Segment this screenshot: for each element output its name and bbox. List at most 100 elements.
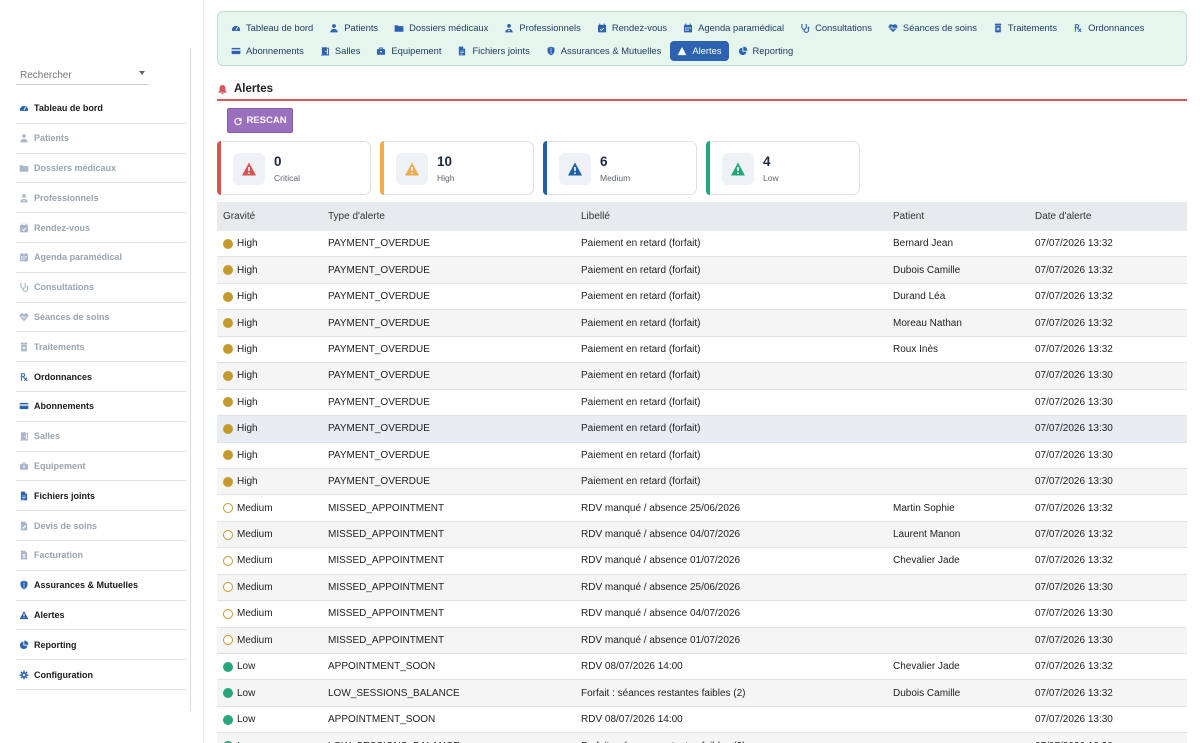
sidebar-icon-wrap	[19, 401, 29, 411]
sidebar-item-facturation[interactable]: Facturation	[16, 541, 186, 571]
table-row[interactable]: LowLOW_SESSIONS_BALANCEForfait : séances…	[217, 733, 1187, 743]
table-row[interactable]: High PAYMENT_OVERDUE Paiement en retard (f…	[217, 257, 1187, 284]
alert-type-cell: PAYMENT_OVERDUE	[328, 317, 430, 329]
column-header-patient[interactable]: Patient	[887, 211, 1029, 222]
sidebar-item-label: Devis de soins	[34, 520, 98, 531]
sidebar-item-configuration[interactable]: Configuration	[16, 660, 186, 690]
sidebar-item-equipement[interactable]: Equipement	[16, 452, 186, 482]
severity-label: High	[237, 476, 258, 488]
table-row[interactable]: Medium MISSED_APPOINTMENT RDV manqué / abs…	[217, 627, 1187, 654]
sidebar-item-abonnements[interactable]: Abonnements	[16, 392, 186, 422]
sidebar-item-agenda-paramedical[interactable]: Agenda paramédical	[16, 243, 186, 273]
table-row[interactable]: High PAYMENT_OVERDUE Paiement en retard (f…	[217, 337, 1187, 364]
patient-cell: Moreau Nathan	[893, 317, 962, 329]
nav-tab-label: Rendez-vous	[611, 22, 668, 33]
card-label: Critical	[274, 173, 300, 183]
search-select[interactable]: Rechercher	[16, 66, 149, 85]
warning-icon	[19, 610, 29, 619]
alert-label-cell: RDV manqué / absence 01/07/2026	[581, 634, 740, 646]
severity-dot-icon	[223, 476, 233, 487]
calendar-icon	[684, 23, 693, 32]
nav-tab-patients[interactable]: Patients	[322, 18, 385, 38]
nav-tab-consultations[interactable]: Consultations	[793, 18, 879, 38]
table-row[interactable]: High PAYMENT_OVERDUE Paiement en retard (f…	[217, 363, 1187, 390]
shield-icon	[20, 580, 28, 590]
column-header-type-d-alerte[interactable]: Type d'alerte	[322, 211, 575, 222]
patient-cell: Chevalier Jade	[893, 661, 960, 673]
table-row[interactable]: High PAYMENT_OVERDUE Paiement en retard (f…	[217, 443, 1187, 469]
severity-dot-icon	[223, 265, 233, 276]
severity-label: Medium	[237, 555, 273, 567]
card-count: 6	[600, 154, 608, 169]
sidebar-icon-wrap	[19, 163, 29, 173]
sidebar-item-tableau-de-bord[interactable]: Tableau de bord	[16, 94, 186, 124]
sidebar-item-salles[interactable]: Salles	[16, 422, 186, 452]
table-row[interactable]: High PAYMENT_OVERDUE Paiement en retard (f…	[217, 310, 1187, 337]
card-icon-box	[233, 153, 265, 185]
table-row[interactable]: High PAYMENT_OVERDUE Paiement en retard (f…	[217, 416, 1187, 443]
table-row[interactable]: LowLOW_SESSIONS_BALANCEForfait : séances…	[217, 680, 1187, 707]
alert-date-cell: 07/07/2026 13:30	[1035, 714, 1113, 726]
summary-card-critical[interactable]: 0 Critical	[217, 141, 371, 195]
door-icon	[19, 432, 29, 441]
nav-tab-equipement[interactable]: Equipement	[369, 41, 448, 61]
nav-tab-professionnels[interactable]: Professionnels	[497, 18, 588, 38]
table-row[interactable]: Medium MISSED_APPOINTMENT RDV manqué / abs…	[217, 495, 1187, 522]
nav-tab-abonnements[interactable]: Abonnements	[224, 41, 311, 61]
sidebar-item-professionnels[interactable]: Professionnels	[16, 183, 186, 214]
sidebar-item-patients[interactable]: Patients	[16, 124, 186, 154]
card-label: High	[437, 173, 455, 183]
sidebar-item-dossiers-medicaux[interactable]: Dossiers médicaux	[16, 154, 186, 184]
sidebar-item-alertes[interactable]: Alertes	[16, 601, 186, 631]
shield-icon	[547, 46, 555, 55]
nav-tab-assurances-mutuelles[interactable]: Assurances & Mutuelles	[539, 41, 669, 61]
sidebar-icon-wrap	[19, 580, 29, 590]
sidebar-item-ordonnances[interactable]: Ordonnances	[16, 362, 186, 392]
nav-tab-tableau-de-bord[interactable]: Tableau de bord	[224, 18, 320, 38]
table-row[interactable]: Medium MISSED_APPOINTMENT RDV manqué / abs…	[217, 548, 1187, 575]
nav-tab-seances-de-soins[interactable]: Séances de soins	[881, 18, 984, 38]
sidebar-item-consultations[interactable]: Consultations	[16, 273, 186, 303]
table-row[interactable]: Medium MISSED_APPOINTMENT RDV manqué / abs…	[217, 574, 1187, 602]
sidebar-item-reporting[interactable]: Reporting	[16, 630, 186, 661]
column-header-libelle[interactable]: Libellé	[575, 211, 887, 222]
table-row[interactable]: High PAYMENT_OVERDUE Paiement en retard (f…	[217, 390, 1187, 417]
severity-label: Low	[237, 661, 256, 673]
table-row[interactable]: Medium MISSED_APPOINTMENT RDV manqué / abs…	[217, 601, 1187, 628]
column-header-gravite[interactable]: Gravité	[217, 211, 322, 222]
sidebar-icon-wrap	[19, 461, 29, 471]
sidebar-item-devis-de-soins[interactable]: Devis de soins	[16, 511, 186, 541]
nav-tab-agenda-paramedical[interactable]: Agenda paramédical	[676, 18, 791, 38]
sidebar-item-assurances-mutuelles[interactable]: Assurances & Mutuelles	[16, 571, 186, 601]
nav-tab-alertes[interactable]: Alertes	[670, 40, 729, 61]
alert-type-cell: MISSED_APPOINTMENT	[328, 529, 445, 541]
summary-card-high[interactable]: 10 High	[380, 141, 534, 195]
table-row[interactable]: Low APPOINTMENT_SOON RDV 08/07/2026 14:00 0…	[217, 707, 1187, 734]
chevron-down-icon[interactable]	[139, 71, 145, 75]
nav-tab-traitements[interactable]: Traitements	[986, 18, 1064, 38]
card-accent-bar	[380, 141, 384, 195]
nav-tab-rendez-vous[interactable]: Rendez-vous	[590, 18, 674, 38]
alert-type-cell: MISSED_APPOINTMENT	[328, 555, 445, 567]
sidebar-item-rendez-vous[interactable]: Rendez-vous	[16, 213, 186, 243]
summary-card-medium[interactable]: 6 Medium	[543, 141, 697, 195]
nav-tab-ordonnances[interactable]: Ordonnances	[1066, 18, 1151, 38]
summary-card-low[interactable]: 4 Low	[706, 141, 860, 195]
file-icon	[20, 491, 28, 501]
table-row[interactable]: High PAYMENT_OVERDUE Paiement en retard (f…	[217, 231, 1187, 258]
sidebar-item-fichiers-joints[interactable]: Fichiers joints	[16, 481, 186, 512]
table-row[interactable]: High PAYMENT_OVERDUE Paiement en retard (f…	[217, 284, 1187, 311]
sidebar-item-traitements[interactable]: Traitements	[16, 332, 186, 363]
nav-tab-fichiers-joints[interactable]: Fichiers joints	[450, 41, 536, 61]
nav-tab-reporting[interactable]: Reporting	[731, 41, 801, 61]
nav-tab-salles[interactable]: Salles	[313, 41, 368, 61]
column-header-date-d-alerte[interactable]: Date d'alerte	[1029, 211, 1187, 222]
nav-tab-dossiers-medicaux[interactable]: Dossiers médicaux	[387, 18, 495, 38]
table-row[interactable]: High PAYMENT_OVERDUE Paiement en retard (f…	[217, 468, 1187, 496]
sidebar-item-label: Tableau de bord	[34, 103, 103, 114]
table-row[interactable]: Low APPOINTMENT_SOON RDV 08/07/2026 14:00 C…	[217, 654, 1187, 681]
rescan-button[interactable]: RESCAN	[227, 108, 293, 133]
alert-date-cell: 07/07/2026 13:32	[1035, 555, 1113, 567]
table-row[interactable]: Medium MISSED_APPOINTMENT RDV manqué / abs…	[217, 521, 1187, 549]
sidebar-item-seances-de-soins[interactable]: Séances de soins	[16, 303, 186, 333]
